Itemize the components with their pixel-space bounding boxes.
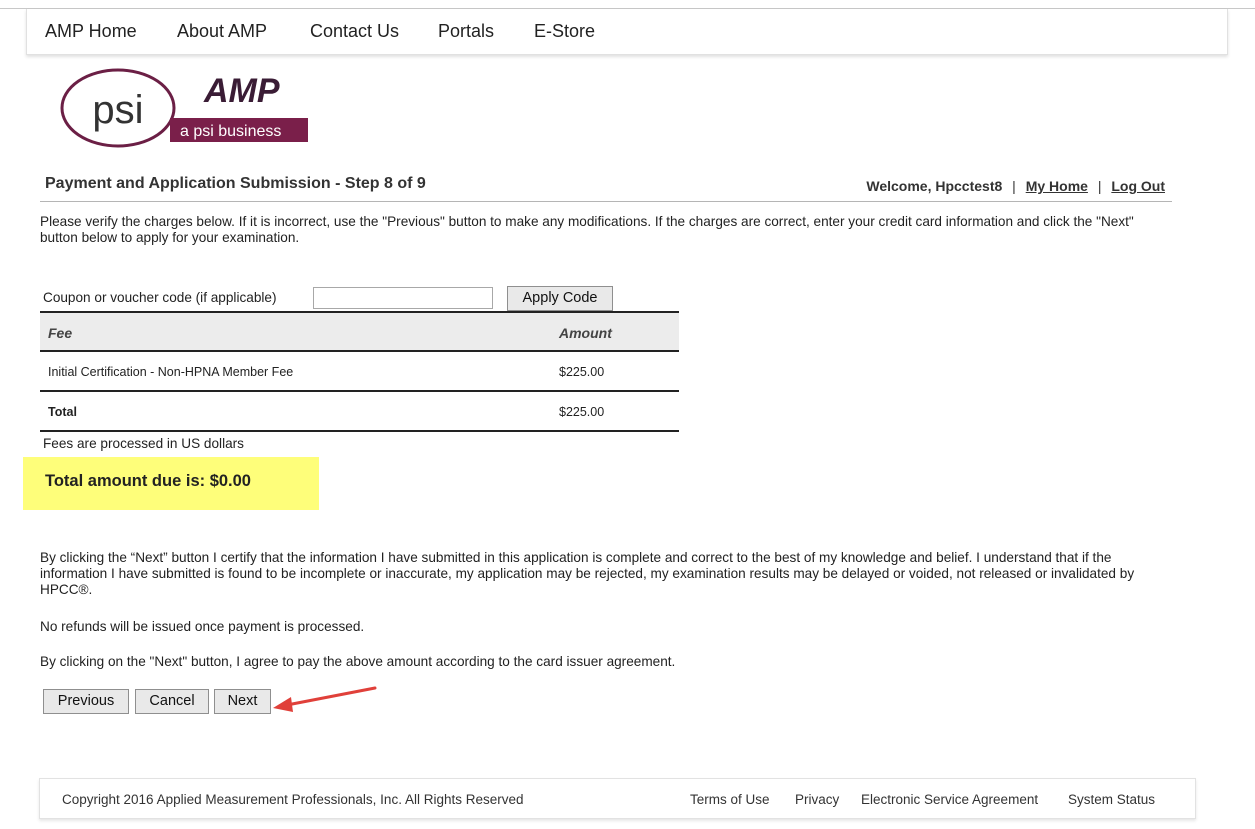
page-title: Payment and Application Submission - Ste… bbox=[45, 175, 426, 192]
certification-text: By clicking the “Next” button I certify … bbox=[40, 550, 1135, 597]
amount-due-highlight: Total amount due is: $0.00 bbox=[23, 457, 319, 510]
welcome-text: Welcome, Hpcctest8 bbox=[866, 178, 1003, 194]
fee-amount: $225.00 bbox=[559, 365, 605, 379]
copyright-text: Copyright 2016 Applied Measurement Profe… bbox=[62, 792, 524, 807]
footer-privacy-link[interactable]: Privacy bbox=[795, 792, 839, 807]
fee-table: Fee Amount Initial Certification - Non-H… bbox=[40, 311, 679, 432]
total-label: Total bbox=[48, 405, 77, 419]
intro-text: Please verify the charges below. If it i… bbox=[40, 214, 1134, 245]
coupon-label: Coupon or voucher code (if applicable) bbox=[43, 290, 277, 305]
nav-portals[interactable]: Portals bbox=[438, 21, 494, 42]
fee-table-header: Fee Amount bbox=[40, 311, 679, 352]
nav-contact-us[interactable]: Contact Us bbox=[310, 21, 399, 42]
apply-code-button[interactable]: Apply Code bbox=[507, 286, 613, 311]
agreement-text: By clicking on the "Next" button, I agre… bbox=[40, 654, 676, 669]
log-out-link[interactable]: Log Out bbox=[1111, 178, 1165, 194]
footer-system-status-link[interactable]: System Status bbox=[1068, 792, 1155, 807]
psi-logo-text: psi bbox=[92, 88, 143, 132]
nav-amp-home[interactable]: AMP Home bbox=[45, 21, 137, 42]
next-button[interactable]: Next bbox=[214, 689, 271, 714]
my-home-link[interactable]: My Home bbox=[1026, 178, 1088, 194]
top-nav: AMP Home About AMP Contact Us Portals E-… bbox=[26, 9, 1228, 55]
welcome-area: Welcome, Hpcctest8 | My Home | Log Out bbox=[866, 178, 1165, 194]
amount-column-header: Amount bbox=[559, 325, 612, 341]
fee-name: Initial Certification - Non-HPNA Member … bbox=[48, 365, 294, 379]
nav-about-amp[interactable]: About AMP bbox=[177, 21, 267, 42]
footer: Copyright 2016 Applied Measurement Profe… bbox=[39, 778, 1196, 819]
logo-tagline: a psi business bbox=[180, 123, 281, 140]
coupon-input[interactable] bbox=[313, 287, 493, 309]
nav-e-store[interactable]: E-Store bbox=[534, 21, 595, 42]
arrow-icon bbox=[273, 686, 377, 712]
fee-column-header: Fee bbox=[48, 325, 73, 341]
amount-due-text: Total amount due is: $0.00 bbox=[45, 472, 251, 490]
psi-amp-logo: psi AMP a psi business bbox=[58, 66, 308, 154]
footer-terms-link[interactable]: Terms of Use bbox=[690, 792, 770, 807]
total-amount: $225.00 bbox=[559, 405, 605, 419]
table-row: Initial Certification - Non-HPNA Member … bbox=[40, 352, 679, 392]
header-divider bbox=[40, 201, 1172, 202]
footer-esa-link[interactable]: Electronic Service Agreement bbox=[861, 792, 1038, 807]
amp-logo-text: AMP bbox=[203, 72, 280, 110]
total-row: Total $225.00 bbox=[40, 392, 679, 432]
currency-note: Fees are processed in US dollars bbox=[43, 436, 244, 451]
no-refund-text: No refunds will be issued once payment i… bbox=[40, 619, 365, 634]
cancel-button[interactable]: Cancel bbox=[135, 689, 209, 714]
separator: | bbox=[1012, 178, 1016, 194]
separator: | bbox=[1097, 178, 1102, 194]
previous-button[interactable]: Previous bbox=[43, 689, 129, 714]
